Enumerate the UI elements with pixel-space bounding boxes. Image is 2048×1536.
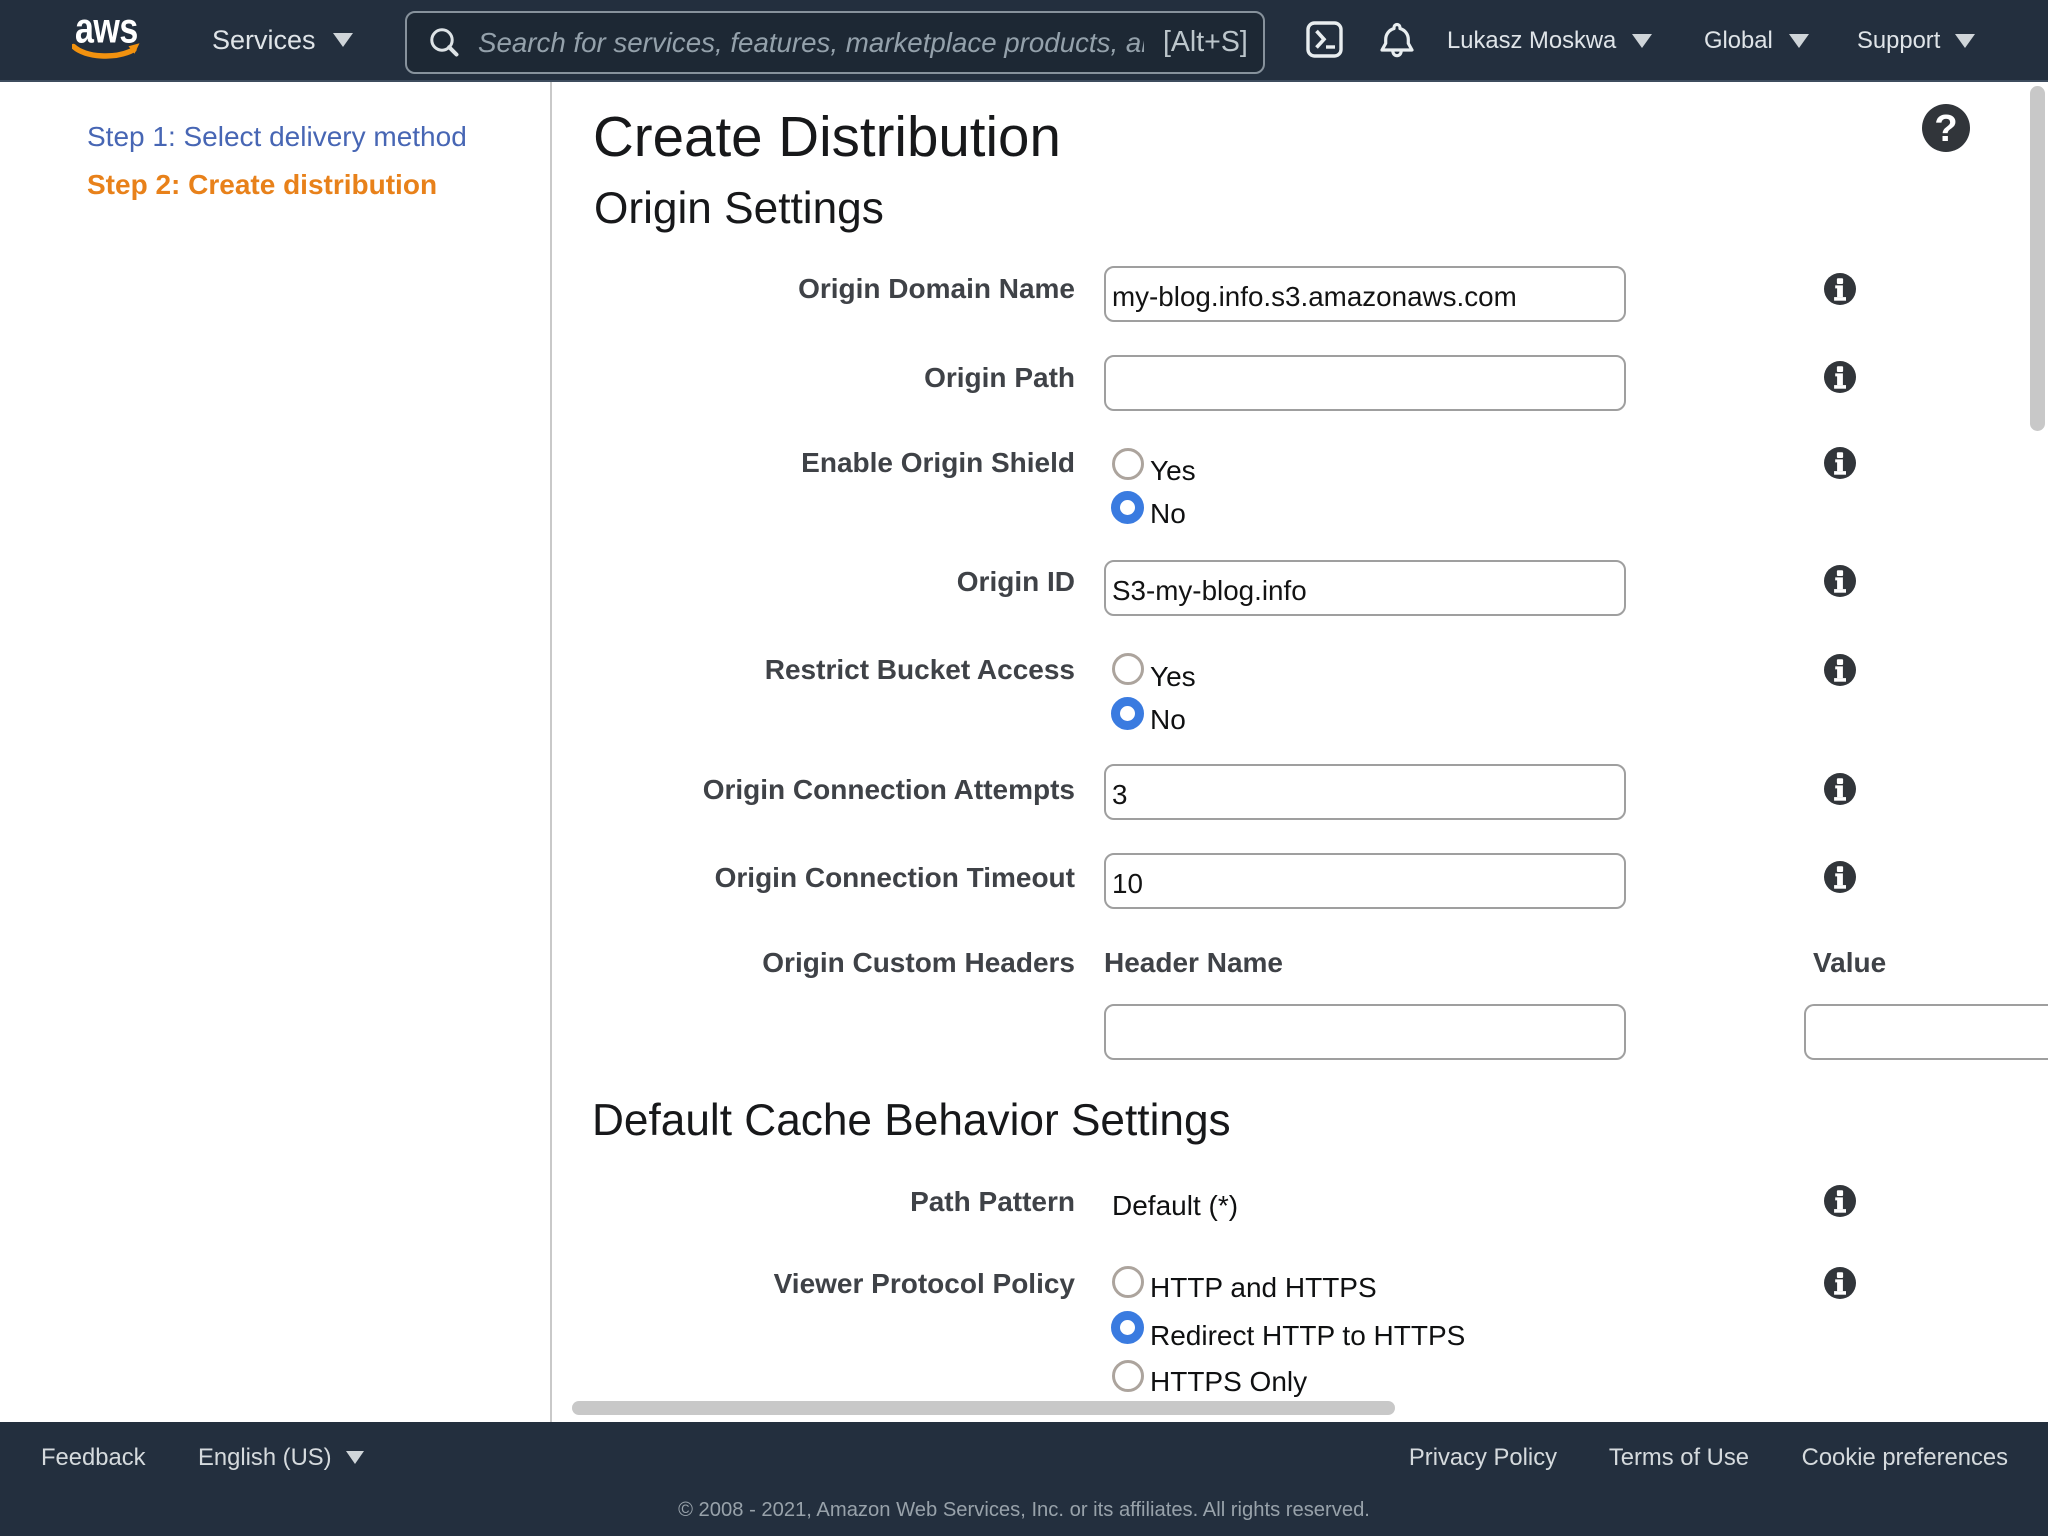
svg-text:aws: aws bbox=[75, 13, 138, 52]
svg-text:?: ? bbox=[1934, 108, 1957, 150]
